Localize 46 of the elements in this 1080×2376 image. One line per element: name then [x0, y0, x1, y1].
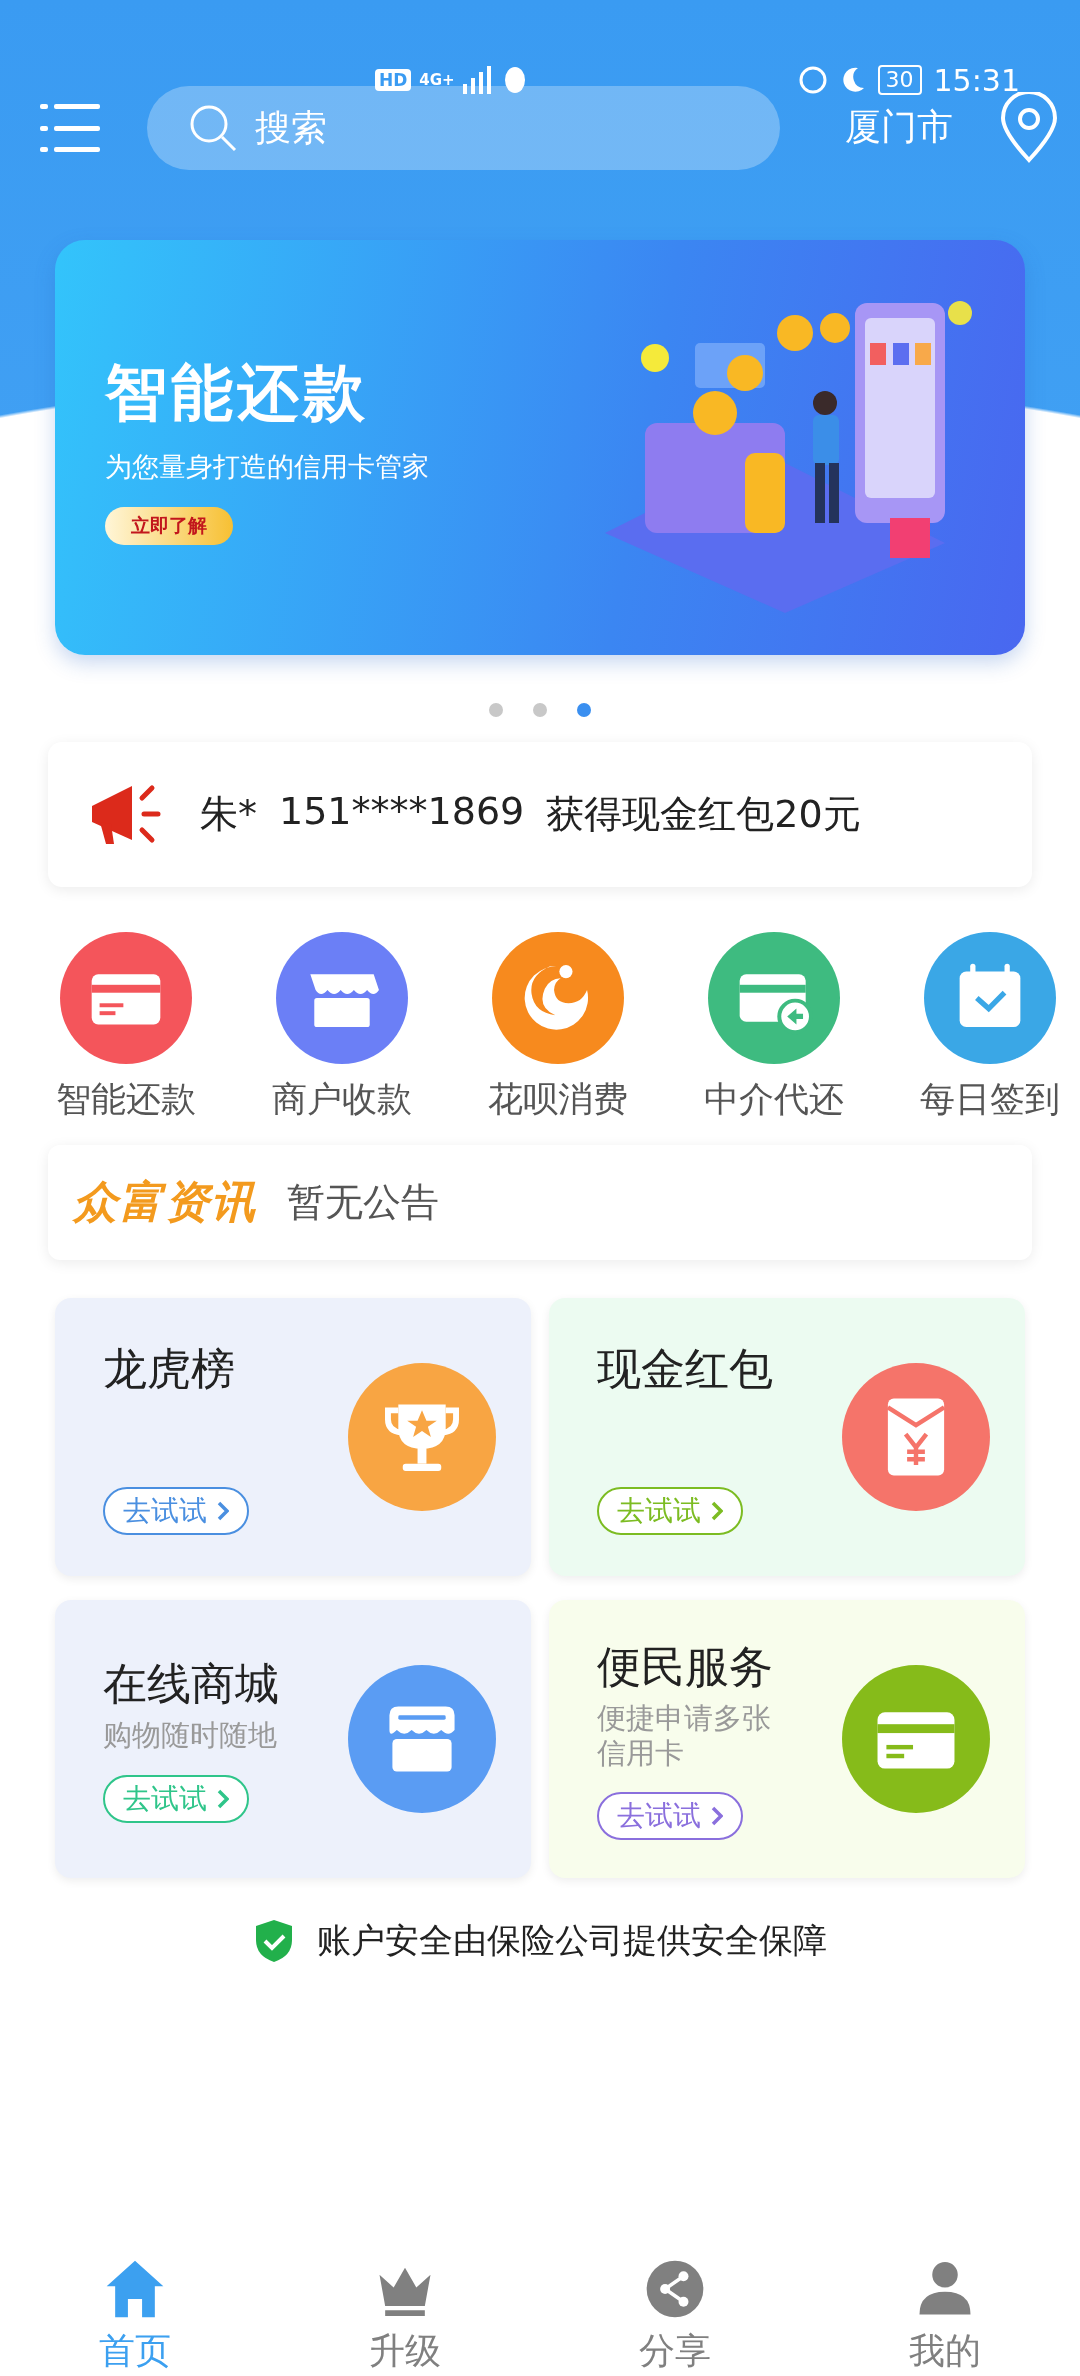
shortcut-button[interactable]: 商户收款 [252, 932, 432, 1123]
nav-tab[interactable]: 升级 [270, 2254, 540, 2376]
shield-check-icon [253, 1918, 295, 1964]
feature-card[interactable]: 龙虎榜 去试试 [55, 1298, 531, 1576]
card-subtitle: 购物随时随地 [103, 1718, 278, 1753]
nav-tab[interactable]: 我的 [810, 2254, 1080, 2376]
hd-badge: HD [375, 69, 412, 91]
banner-subtitle: 为您量身打造的信用卡管家 [105, 449, 430, 484]
security-note: 账户安全由保险公司提供安全保障 [317, 1919, 827, 1962]
feature-card[interactable]: 便民服务 便捷申请多张信用卡 去试试 [549, 1600, 1025, 1878]
chevron-icon [217, 1500, 229, 1521]
shortcut-button[interactable]: 花呗消费 [468, 932, 648, 1123]
shortcut-button[interactable]: 中介代还 [684, 932, 864, 1123]
shortcut-button[interactable]: 每日签到 [900, 932, 1080, 1123]
try-button[interactable]: 去试试 [597, 1792, 743, 1841]
signal-icon [462, 66, 493, 94]
menu-icon[interactable] [40, 101, 102, 154]
card-title: 龙虎榜 [103, 1341, 236, 1396]
news-card[interactable]: 众富资讯 暂无公告 [48, 1145, 1032, 1260]
shortcut-button[interactable]: 智能还款 [36, 932, 216, 1123]
promo-banner[interactable]: 智能还款 为您量身打造的信用卡管家 立即了解 [55, 240, 1025, 655]
carousel-dot[interactable] [533, 703, 547, 717]
learn-more-button[interactable]: 立即了解 [105, 506, 233, 545]
card-title: 现金红包 [597, 1341, 774, 1396]
card-subtitle: 便捷申请多张信用卡 [597, 1700, 772, 1771]
winner-name: 朱* [200, 791, 257, 838]
nav-tab[interactable]: 首页 [0, 2254, 270, 2376]
feature-card[interactable]: 在线商城 购物随时随地 去试试 [55, 1600, 531, 1878]
chevron-icon [217, 1788, 229, 1809]
location-pin-icon[interactable] [998, 91, 1060, 164]
feature-card[interactable]: 现金红包 去试试 [549, 1298, 1025, 1576]
news-text: 暂无公告 [287, 1179, 439, 1226]
chevron-icon [711, 1500, 723, 1521]
banner-title: 智能还款 [105, 354, 370, 431]
card-title: 在线商城 [103, 1657, 280, 1712]
winner-phone: 151****1869 [279, 789, 525, 835]
try-button[interactable]: 去试试 [103, 1486, 249, 1535]
news-brand: 众富资讯 [73, 1175, 257, 1229]
carousel-dot[interactable] [577, 703, 591, 717]
carousel-dot[interactable] [489, 703, 503, 717]
winner-message: 获得现金红包20元 [546, 791, 861, 838]
nav-tab[interactable]: 分享 [540, 2254, 810, 2376]
city-label[interactable]: 厦门市 [845, 103, 953, 152]
card-title: 便民服务 [597, 1639, 774, 1694]
chevron-icon [711, 1806, 723, 1827]
status-time: 15:31 [933, 62, 1020, 98]
